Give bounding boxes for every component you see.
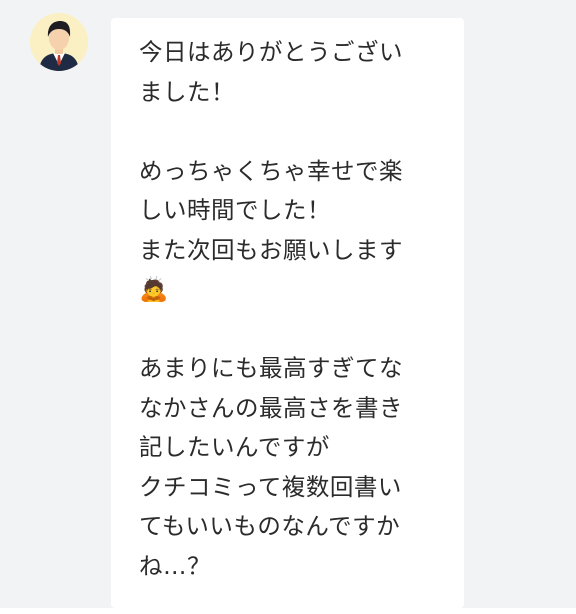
message-text: 今日はありがとうござい ました！ めっちゃくちゃ幸せで楽 しい時間でした！ また次回もお… [139,33,464,586]
input-area-edge [0,608,576,614]
bowing-person-emoji-icon: 🙇 [139,275,169,303]
message-line: クチコミって複数回書い [139,472,402,501]
message-line [139,112,464,152]
message-line: ね…？ [139,551,211,580]
message-line: ました！ [139,77,235,106]
message-line: 記したいんですが [139,433,330,461]
message-line: なかさんの最高さを書き [139,393,403,422]
message-line: また次回もお願いします [139,235,403,264]
message-bubble[interactable]: 今日はありがとうござい ました！ めっちゃくちゃ幸せで楽 しい時間でした！ また次回もお… [111,18,464,608]
user-avatar-businessman-icon [30,13,88,71]
message-line: しい時間でした！ [139,196,331,224]
message-line: あまりにも最高すぎてな [139,354,403,382]
message-line: めっちゃくちゃ幸せで楽 [139,156,403,185]
sender-avatar[interactable] [30,13,88,71]
message-line [139,310,464,350]
message-line: てもいいものなんですか [139,512,401,540]
message-line: 今日はありがとうござい [139,38,403,66]
